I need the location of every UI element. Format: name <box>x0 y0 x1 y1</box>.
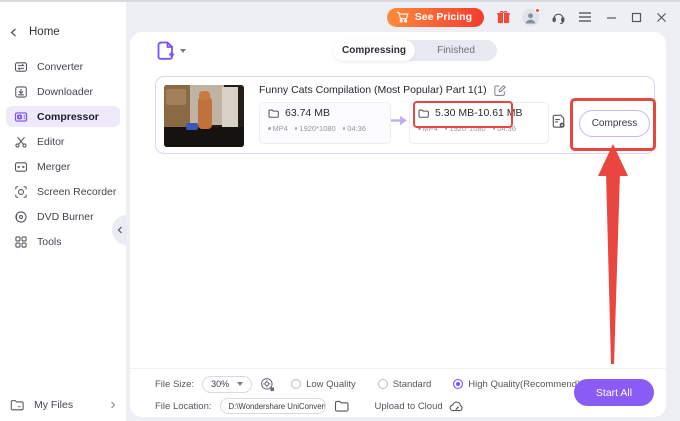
support-headset-icon[interactable] <box>550 9 566 25</box>
quality-option-standard[interactable]: Standard <box>378 379 432 390</box>
radio-low-quality <box>291 379 301 389</box>
cloud-icon <box>449 400 465 412</box>
tab-finished[interactable]: Finished <box>415 40 497 61</box>
sidebar-item-converter[interactable]: Converter <box>6 56 120 77</box>
tab-compressing[interactable]: Compressing <box>333 40 415 61</box>
add-file-dropdown-caret <box>180 49 186 53</box>
notification-dot <box>535 8 540 13</box>
quality-option-high[interactable]: High Quality(Recommend) <box>453 379 580 390</box>
video-title-row: Funny Cats Compilation (Most Popular) Pa… <box>259 84 506 96</box>
add-file-icon <box>156 41 175 61</box>
forward-chevron-icon <box>110 401 116 409</box>
footer-size-row: File Size: 30% Low Quality Standard High… <box>155 374 580 394</box>
rename-edit-icon[interactable] <box>494 84 506 96</box>
source-meta: MP4 1920*1080 04:36 <box>268 124 390 133</box>
sidebar: Home Converter Downloader Compressor <box>0 2 126 421</box>
account-avatar[interactable] <box>522 9 539 26</box>
maximize-button[interactable] <box>629 10 643 24</box>
sidebar-my-files[interactable]: My Files <box>10 399 116 411</box>
start-all-button[interactable]: Start All <box>574 379 654 406</box>
folder-icon <box>10 399 24 411</box>
dvd-disc-icon <box>14 210 28 224</box>
my-files-label: My Files <box>34 399 73 411</box>
sidebar-home[interactable]: Home <box>10 26 60 38</box>
sidebar-item-downloader[interactable]: Downloader <box>6 81 120 102</box>
tools-grid-icon <box>14 235 28 249</box>
gift-icon[interactable] <box>495 9 511 25</box>
file-location-select[interactable]: D:\Wondershare UniConverter 1 <box>220 398 326 414</box>
compress-button[interactable]: Compress <box>579 110 650 137</box>
upload-cloud-label: Upload to Cloud <box>375 401 443 412</box>
quality-option-low[interactable]: Low Quality <box>291 379 356 390</box>
downloader-icon <box>14 85 28 99</box>
app-window: Home Converter Downloader Compressor <box>0 0 680 421</box>
minimize-button[interactable] <box>604 10 618 24</box>
open-folder-icon[interactable] <box>334 400 349 412</box>
video-thumbnail[interactable] <box>164 85 244 147</box>
back-chevron-icon <box>10 28 17 37</box>
close-button[interactable] <box>654 10 668 24</box>
convert-arrow-icon <box>391 115 408 126</box>
sidebar-item-editor[interactable]: Editor <box>6 131 120 152</box>
scissors-icon <box>14 135 28 149</box>
target-meta: MP4 1920*1080 04:36 <box>418 124 548 133</box>
target-info-box: 5.30 MB-10.61 MB MP4 1920*1080 04:36 <box>409 102 549 144</box>
titlebar: See Pricing <box>126 2 680 32</box>
footer-divider <box>130 368 666 369</box>
apply-to-all-gear-icon[interactable] <box>260 377 275 392</box>
sidebar-item-screen-recorder[interactable]: Screen Recorder <box>6 181 120 202</box>
add-file-button[interactable] <box>156 41 186 61</box>
home-label: Home <box>29 26 60 38</box>
sidebar-item-merger[interactable]: Merger <box>6 156 120 177</box>
see-pricing-button[interactable]: See Pricing <box>387 8 484 27</box>
sidebar-item-dvd-burner[interactable]: DVD Burner <box>6 206 120 227</box>
cart-icon <box>396 11 409 23</box>
upload-to-cloud-button[interactable]: Upload to Cloud <box>375 400 465 412</box>
radio-high-quality <box>453 379 463 389</box>
target-size: 5.30 MB-10.61 MB <box>435 107 523 119</box>
footer-location-row: File Location: D:\Wondershare UniConvert… <box>155 396 465 416</box>
video-title: Funny Cats Compilation (Most Popular) Pa… <box>259 84 487 96</box>
compressor-icon <box>14 110 28 124</box>
source-size: 63.74 MB <box>285 107 330 119</box>
compress-settings-icon[interactable] <box>550 113 567 130</box>
hamburger-menu-icon[interactable] <box>577 9 593 25</box>
merger-icon <box>14 160 28 174</box>
video-item-row: Funny Cats Compilation (Most Popular) Pa… <box>155 76 655 154</box>
sidebar-item-tools[interactable]: Tools <box>6 231 120 252</box>
radio-standard <box>378 379 388 389</box>
see-pricing-label: See Pricing <box>415 11 472 23</box>
sidebar-nav: Converter Downloader Compressor Editor <box>0 56 126 256</box>
converter-icon <box>14 60 28 74</box>
file-location-label: File Location: <box>155 401 212 412</box>
source-info-box: 63.74 MB MP4 1920*1080 04:36 <box>259 102 391 144</box>
screen-recorder-icon <box>14 185 28 199</box>
sidebar-item-compressor[interactable]: Compressor <box>6 106 120 127</box>
target-folder-icon <box>418 109 429 118</box>
view-tabs: Compressing Finished <box>333 40 497 61</box>
file-size-label: File Size: <box>155 379 194 390</box>
source-folder-icon <box>268 109 279 118</box>
file-size-select[interactable]: 30% <box>202 376 252 393</box>
main-panel: Compressing Finished Funny Cats Compilat… <box>130 32 666 417</box>
